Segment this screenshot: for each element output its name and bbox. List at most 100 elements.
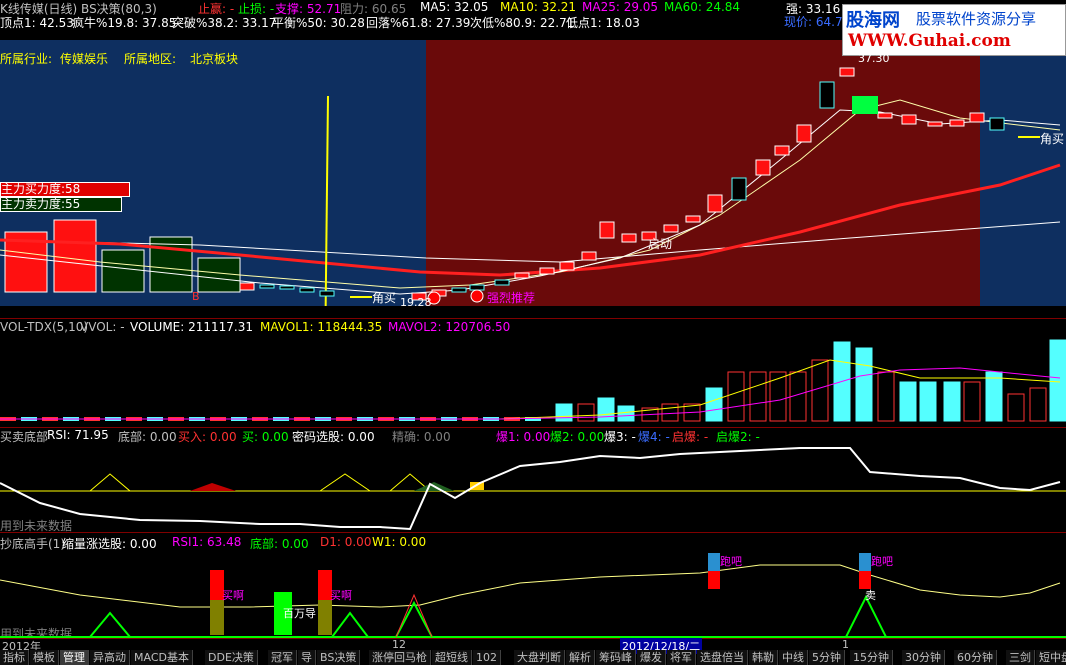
candle (559, 261, 575, 271)
volume-bar (1029, 387, 1047, 422)
highlight-candle (852, 96, 878, 114)
volume-bar (1007, 393, 1025, 422)
indicator-tab[interactable]: MACD基本 (131, 650, 193, 665)
block-red-2 (53, 219, 97, 293)
rsi-tri-1 (88, 473, 132, 492)
volume-bar (855, 347, 873, 422)
candle (279, 285, 295, 290)
candle (989, 117, 1005, 131)
indicator-tab[interactable]: 将军 (667, 650, 696, 665)
ah-label-1: 买啊 (222, 589, 244, 602)
candle (901, 114, 917, 125)
indicator-tab[interactable]: 中线 (779, 650, 808, 665)
candle (839, 67, 855, 77)
bottom-tri-2 (330, 611, 370, 638)
indicator-tab[interactable]: 涨停回马枪 (369, 650, 431, 665)
bottom-bar-blue-1 (708, 553, 720, 571)
candle (755, 159, 771, 176)
candle (599, 221, 615, 239)
indicator-tab[interactable]: 选盘倍当 (697, 650, 748, 665)
block-green-2 (149, 236, 193, 293)
indicator-tab[interactable]: 5分钟 (809, 650, 845, 665)
candle (319, 290, 335, 297)
recommend-label: 强烈推荐 (487, 291, 536, 305)
indicator-tab[interactable]: 模板 (30, 650, 59, 665)
panel-divider-3 (0, 532, 1066, 533)
candle (621, 233, 637, 243)
launch-label: 启动 (648, 237, 673, 251)
volume-bar (899, 381, 917, 422)
indicator-tab[interactable]: 管理 (60, 650, 89, 665)
volume-bar (617, 405, 635, 422)
volume-bar (963, 381, 981, 422)
volume-bar (1049, 339, 1066, 422)
candle (514, 272, 530, 279)
candle (774, 145, 790, 156)
volume-bar (985, 371, 1003, 422)
bottom-chart (0, 553, 1066, 638)
cursor-line (324, 95, 329, 306)
candle (494, 279, 510, 286)
volume-bar (943, 381, 961, 422)
indicator-tab[interactable]: 指标 (0, 650, 29, 665)
candle (685, 215, 701, 223)
indicator-tab[interactable]: 三剑 (1006, 650, 1035, 665)
bottom-tri-3 (394, 600, 434, 638)
volume-bar (749, 371, 767, 422)
price-high: 37.30 (858, 52, 890, 65)
run-label-2: 跑吧 (871, 555, 893, 568)
rsi-red-hump (190, 483, 236, 491)
volume-bar (661, 403, 679, 422)
candle (539, 267, 555, 275)
indicator-tab[interactable]: 解析 (566, 650, 595, 665)
indicator-tab[interactable]: 韩勒 (749, 650, 778, 665)
candle (259, 284, 275, 289)
bottom-bar-blue-2 (859, 553, 871, 571)
indicator-tab[interactable]: 超短线 (432, 650, 472, 665)
bottom-tri-1 (87, 611, 133, 638)
indicator-tab[interactable]: BS决策 (317, 650, 361, 665)
candle (969, 112, 985, 123)
run-label-1: 跑吧 (720, 555, 742, 568)
indicator-tab[interactable]: 异高动 (90, 650, 130, 665)
price-low: 19.28 (400, 296, 432, 309)
block-green-1 (101, 249, 145, 293)
indicator-tab[interactable]: 冠军 (268, 650, 297, 665)
candle (663, 224, 679, 233)
rsi-chart (0, 447, 1066, 531)
volume-bar (597, 397, 615, 422)
b-label: B (192, 290, 200, 303)
volume-bar (919, 381, 937, 422)
indicator-tab[interactable]: DDE决策 (205, 650, 258, 665)
indicator-tab[interactable]: 大盘判断 (514, 650, 565, 665)
indicator-tab[interactable]: 102 (473, 650, 501, 665)
bottom-line (0, 564, 1061, 608)
indicator-tab[interactable]: 导 (298, 650, 316, 665)
volume-bar (727, 371, 745, 422)
bottom-bar-olive-1 (210, 600, 224, 635)
bottom-bar-olive-2 (318, 600, 332, 635)
volume-bar (877, 371, 895, 422)
volume-chart (0, 339, 1066, 422)
indicator-tab[interactable]: 爆发 (637, 650, 666, 665)
indicator-tab[interactable]: 30分钟 (902, 650, 945, 665)
rsi-tri-2 (318, 473, 372, 492)
buy-left-label: 角买 (372, 291, 397, 305)
ah-label-2: 买啊 (330, 589, 352, 602)
candle (707, 194, 723, 213)
volume-bar (555, 403, 573, 422)
rsi-line (0, 447, 1061, 531)
indicator-tab[interactable]: 短中盘 (1036, 650, 1066, 665)
candle (469, 284, 485, 291)
volume-bar (577, 403, 595, 422)
candle (299, 287, 315, 293)
indicator-tab[interactable]: 60分钟 (954, 650, 997, 665)
volume-bar (705, 387, 723, 422)
indicator-tab[interactable]: 筹码峰 (596, 650, 636, 665)
main-chart (0, 67, 1061, 306)
volume-bar (811, 359, 829, 422)
candle (239, 282, 255, 291)
indicator-tab[interactable]: 15分钟 (850, 650, 893, 665)
candle (949, 119, 965, 127)
sell-label: 卖 (865, 589, 876, 602)
